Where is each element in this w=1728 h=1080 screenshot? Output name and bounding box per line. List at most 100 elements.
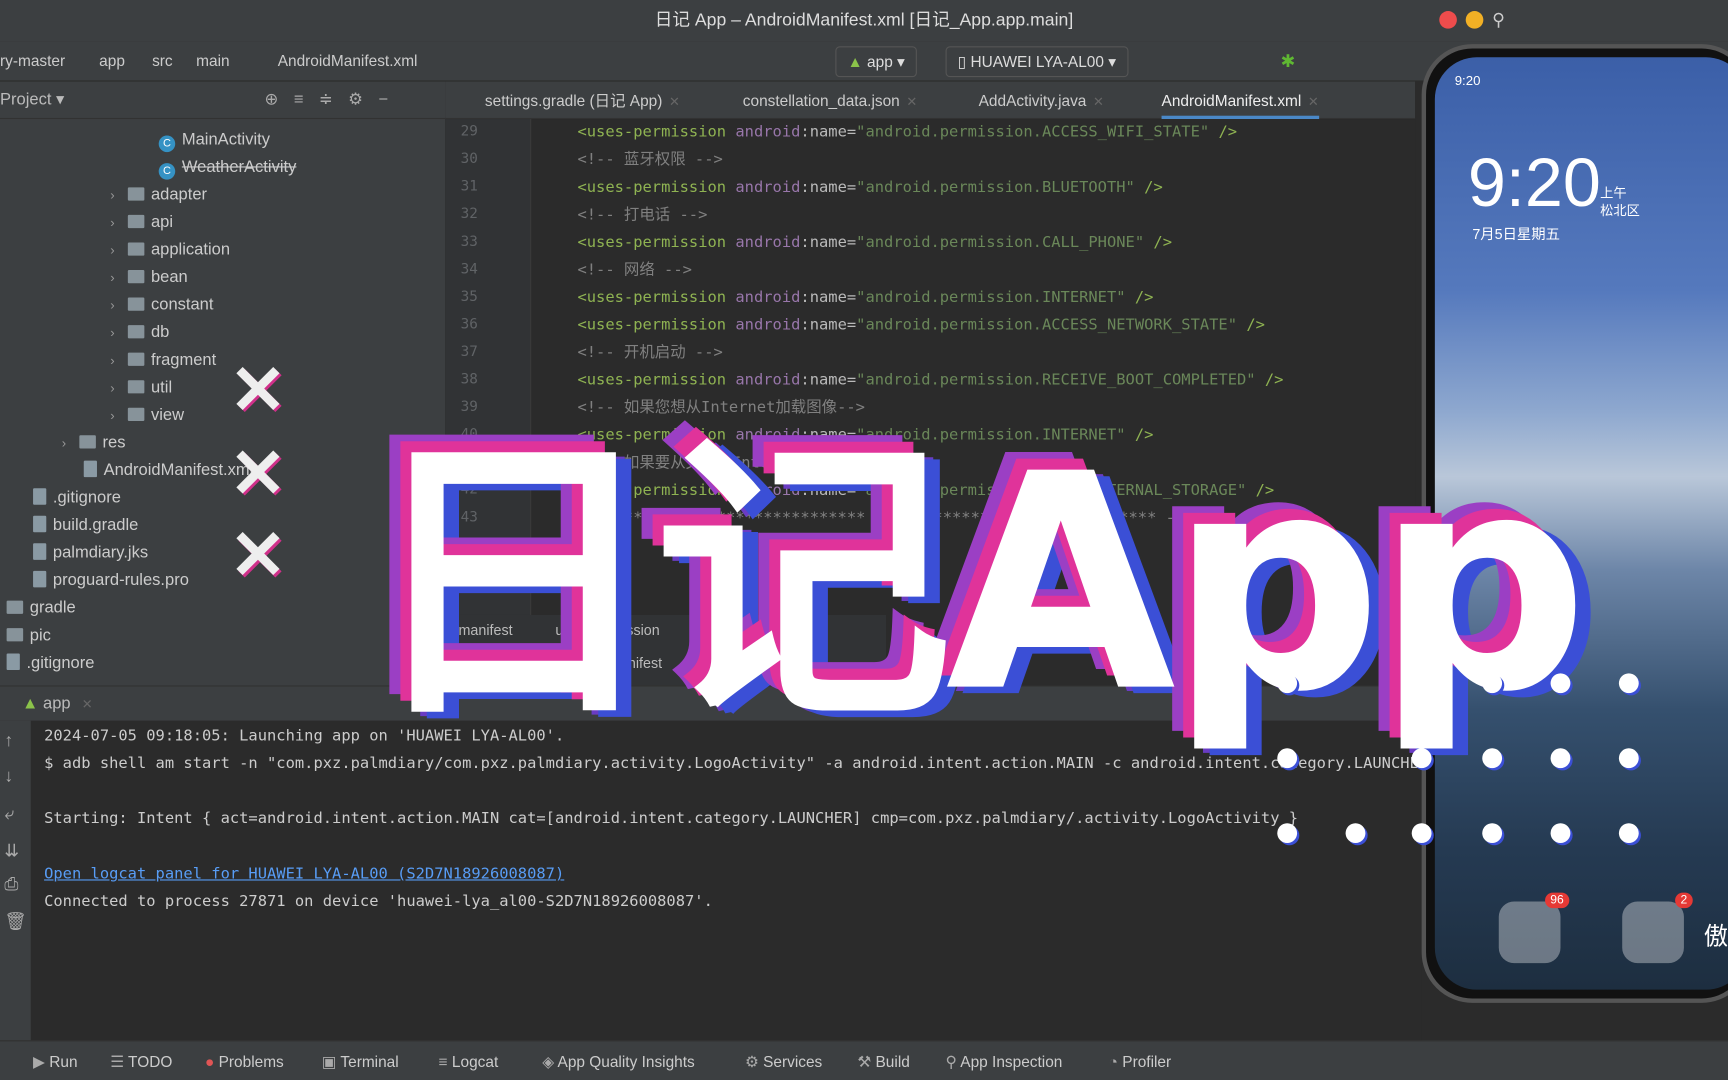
logcat-link[interactable]: Open logcat panel for HUAWEI LYA-AL00 (S…: [44, 865, 564, 883]
cross-mark-icon: ✕: [229, 517, 287, 594]
chevron-right-icon[interactable]: ›: [110, 320, 128, 348]
editor-tab[interactable]: AddActivity.java ✕: [979, 82, 1104, 119]
close-tab-icon[interactable]: ✕: [906, 94, 917, 109]
tree-item[interactable]: AndroidManifest.xml: [83, 456, 253, 484]
chevron-right-icon[interactable]: ›: [110, 292, 128, 320]
android-icon: ▲: [847, 52, 863, 71]
code-line: <uses-permission android:name="android.p…: [577, 178, 1163, 197]
decorative-dot: [1618, 673, 1639, 694]
decorative-dot: [1550, 673, 1571, 694]
project-view-select[interactable]: Project: [0, 90, 51, 109]
tree-item[interactable]: › adapter: [110, 181, 207, 209]
chevron-right-icon[interactable]: ›: [110, 182, 128, 210]
tree-item[interactable]: › view: [110, 401, 184, 429]
tree-item[interactable]: C MainActivity: [158, 126, 270, 154]
tool-window-button[interactable]: ▶ Run: [33, 1052, 77, 1071]
tool-window-button[interactable]: ⚲ App Inspection: [946, 1052, 1063, 1071]
class-icon: C: [158, 163, 176, 180]
folder-icon: [127, 325, 145, 339]
breadcrumb-item[interactable]: src: [152, 52, 173, 70]
window-title: 日记 App – AndroidManifest.xml [日记_App.app…: [654, 11, 1074, 30]
chevron-right-icon[interactable]: ›: [110, 347, 128, 375]
chevron-right-icon[interactable]: ›: [110, 402, 128, 430]
code-line: <!-- 打电话 -->: [577, 206, 708, 224]
device-select[interactable]: ▯ HUAWEI LYA-AL00 ▾: [945, 46, 1129, 78]
editor-tab[interactable]: AndroidManifest.xml ✕: [1161, 82, 1320, 120]
pin-icon[interactable]: ⚲: [1492, 9, 1505, 31]
decorative-dot: [1618, 748, 1639, 769]
tool-window-button[interactable]: ☰ TODO: [110, 1052, 172, 1071]
breadcrumb-item[interactable]: AndroidManifest.xml: [278, 52, 418, 70]
tree-item[interactable]: build.gradle: [33, 511, 138, 539]
line-number: 36: [460, 316, 478, 333]
tree-item[interactable]: › constant: [110, 291, 213, 319]
notification-badge: 2: [1674, 892, 1693, 909]
tool-window-button[interactable]: ● Problems: [205, 1052, 284, 1070]
tree-item[interactable]: › application: [110, 236, 230, 264]
tool-window-button[interactable]: ▣ Terminal: [322, 1052, 399, 1071]
breadcrumb-item[interactable]: ry-master: [0, 52, 65, 70]
tool-window-label: Logcat: [451, 1052, 499, 1071]
tree-item[interactable]: › fragment: [110, 346, 216, 374]
scroll-end-icon[interactable]: ⇊: [4, 840, 19, 862]
tree-item[interactable]: palmdiary.jks: [33, 539, 148, 567]
notification-badge: 96: [1544, 892, 1570, 909]
app-folder[interactable]: 96: [1498, 892, 1570, 964]
chevron-right-icon[interactable]: ›: [110, 264, 128, 292]
tab-label: AndroidManifest.xml: [1161, 91, 1302, 110]
chevron-right-icon[interactable]: ›: [110, 237, 128, 265]
breadcrumb-item[interactable]: main: [196, 52, 229, 70]
minimize-icon[interactable]: [1465, 11, 1484, 29]
overlay-title: 日记App: [363, 409, 1589, 758]
chevron-right-icon[interactable]: ›: [62, 430, 80, 458]
run-console[interactable]: 2024-07-05 09:18:05: Launching app on 'H…: [30, 720, 1428, 1041]
chevron-right-icon[interactable]: ›: [110, 375, 128, 403]
tree-item[interactable]: C WeatherActivity: [158, 153, 296, 181]
tree-item[interactable]: pic: [6, 622, 51, 650]
close-tab-icon[interactable]: ✕: [1093, 94, 1104, 109]
tool-window-button[interactable]: ≡ Logcat: [439, 1052, 499, 1070]
panel-tools-icon[interactable]: ⊕≡≑⚙−: [264, 82, 403, 119]
tool-window-button[interactable]: ◈ App Quality Insights: [542, 1052, 695, 1071]
tree-item[interactable]: gradle: [6, 594, 76, 622]
editor-tab[interactable]: settings.gradle (日记 App) ✕: [485, 82, 680, 119]
tree-item-label: application: [150, 240, 231, 259]
run-config-select[interactable]: ▲ app ▾: [835, 46, 917, 78]
close-tab-icon[interactable]: ✕: [1308, 94, 1319, 109]
trash-icon[interactable]: 🗑: [4, 910, 26, 932]
chevron-right-icon[interactable]: ›: [110, 209, 128, 237]
tree-item[interactable]: .gitignore: [6, 649, 94, 677]
close-icon[interactable]: [1439, 11, 1457, 29]
console-line: Starting: Intent { act=android.intent.ac…: [44, 809, 1299, 828]
code-line: <!-- 开机启动 -->: [577, 343, 723, 362]
down-arrow-icon[interactable]: ↓: [4, 767, 13, 787]
folder-icon: [127, 380, 145, 394]
tool-window-button[interactable]: ⚙ Services: [745, 1052, 822, 1071]
tree-item[interactable]: proguard-rules.pro: [33, 566, 189, 594]
debug-icon[interactable]: ✱: [1281, 51, 1296, 73]
folder-icon: [127, 242, 145, 256]
tree-item[interactable]: › bean: [110, 263, 188, 291]
tool-window-button[interactable]: ⚒ Build: [857, 1052, 909, 1071]
tree-item[interactable]: .gitignore: [33, 484, 121, 512]
tree-item[interactable]: › res: [62, 429, 126, 457]
tree-item-label: view: [150, 405, 185, 425]
tree-item[interactable]: › api: [110, 208, 173, 236]
tree-item[interactable]: › util: [110, 374, 172, 402]
app-folder[interactable]: 2: [1622, 892, 1693, 964]
close-tab-icon[interactable]: ✕: [669, 94, 680, 109]
up-arrow-icon[interactable]: ↑: [4, 732, 13, 752]
run-tab-label: app: [43, 694, 71, 714]
editor-tab[interactable]: constellation_data.json ✕: [743, 82, 918, 119]
tool-window-icon: ▣: [321, 1052, 337, 1071]
tree-item-label: util: [150, 377, 173, 397]
print-icon[interactable]: ⎙: [4, 875, 18, 895]
breadcrumb-item[interactable]: app: [99, 52, 125, 70]
line-number: 31: [460, 178, 478, 196]
code-line: <!-- 网络 -->: [577, 261, 692, 279]
tree-item[interactable]: › db: [110, 318, 169, 346]
tool-window-button[interactable]: ◔ Profiler: [1109, 1052, 1172, 1070]
run-tab[interactable]: ▲ app ✕: [22, 694, 93, 713]
run-config-label: app: [867, 52, 893, 71]
soft-wrap-icon[interactable]: ⤶: [4, 804, 14, 824]
